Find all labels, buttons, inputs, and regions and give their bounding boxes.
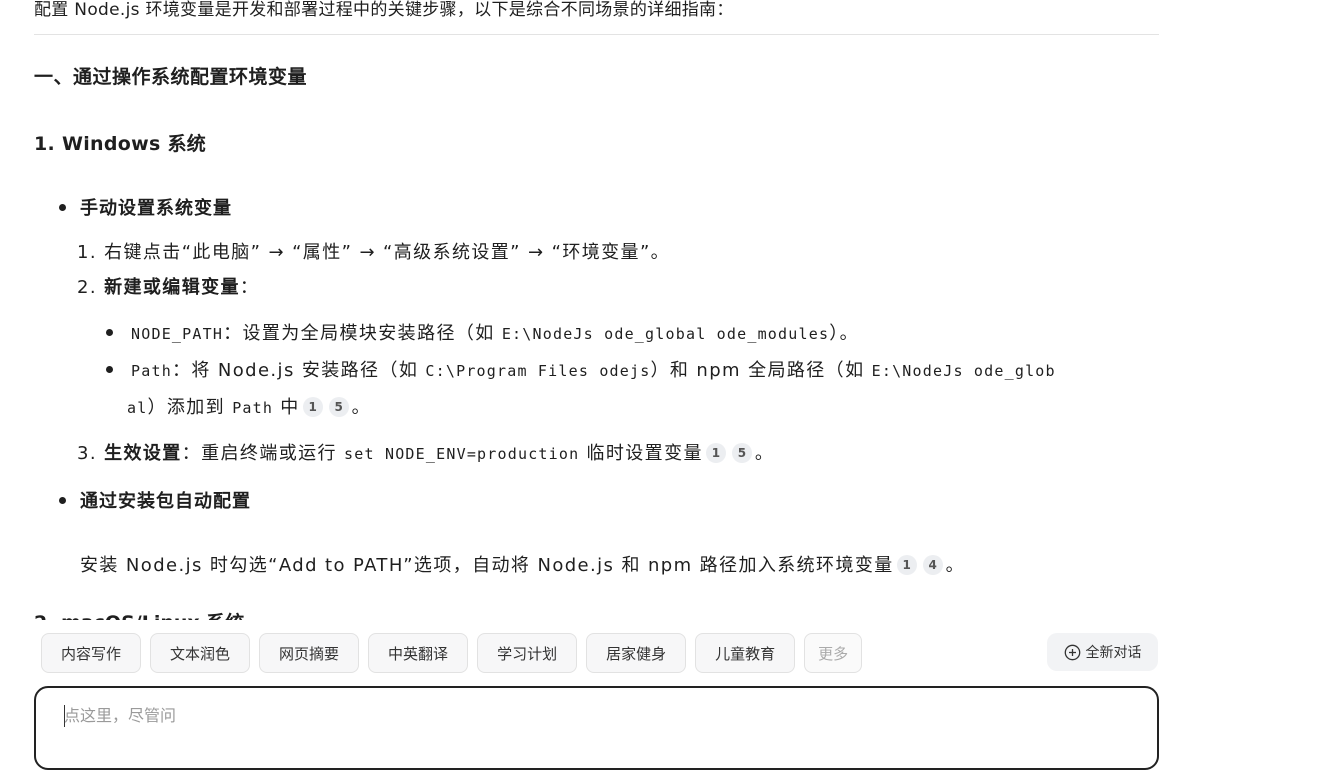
section-heading: 一、通过操作系统配置环境变量 xyxy=(34,66,308,88)
step-number: 1. xyxy=(77,242,97,263)
installer-paragraph: 安装 Node.js 时勾选“Add to PATH”选项，自动将 Node.j… xyxy=(80,551,965,577)
bullet-dot xyxy=(59,497,66,504)
step-text: 右键点击“此电脑” → “属性” → “高级系统设置” → “环境变量”。 xyxy=(104,242,671,263)
chat-input-container[interactable] xyxy=(34,686,1159,770)
citation-badge[interactable]: 1 xyxy=(705,443,726,463)
inline-code: set NODE_ENV=production xyxy=(344,445,580,463)
inline-code: Path xyxy=(131,362,172,380)
inline-code: NODE_PATH xyxy=(131,325,224,343)
step-bold: 新建或编辑变量 xyxy=(104,277,240,298)
subsection-heading: 1. Windows 系统 xyxy=(34,133,207,155)
text: ：设置为全局模块安装路径（如 xyxy=(223,323,502,344)
next-section-heading-partial: 2. macOS/Linux 系统 xyxy=(34,608,244,620)
text: 。 xyxy=(351,397,372,418)
divider xyxy=(34,34,1159,35)
text: ）添加到 xyxy=(147,397,233,418)
citation-badge[interactable]: 1 xyxy=(302,397,323,417)
step-number: 3. xyxy=(77,443,97,464)
citation-badge[interactable]: 1 xyxy=(896,555,917,575)
sub-item-path: Path：将 Node.js 安装路径（如 C:\Program Files o… xyxy=(131,356,1056,382)
chip-home-fitness[interactable]: 居家健身 xyxy=(586,633,687,673)
inline-path: al xyxy=(127,399,148,417)
inline-code: Path xyxy=(232,399,274,417)
chat-input[interactable] xyxy=(64,706,1064,725)
bullet-installer-heading: 通过安装包自动配置 xyxy=(80,491,251,512)
chip-text-polish[interactable]: 文本润色 xyxy=(150,633,251,673)
step-bold: 生效设置 xyxy=(104,443,182,464)
citation-badge[interactable]: 5 xyxy=(328,397,349,417)
text: ：重启终端或运行 xyxy=(181,443,345,464)
bullet-dot xyxy=(59,204,66,211)
new-chat-button[interactable]: 全新对话 xyxy=(1047,633,1158,671)
text: 临时设置变量 xyxy=(579,443,703,464)
chip-study-plan[interactable]: 学习计划 xyxy=(477,633,578,673)
more-button[interactable]: 更多 xyxy=(804,633,863,673)
text: 。 xyxy=(754,443,775,464)
citation-badge[interactable]: 4 xyxy=(922,555,943,575)
step-number: 2. xyxy=(77,277,97,298)
step-1: 1. 右键点击“此电脑” → “属性” → “高级系统设置” → “环境变量”。 xyxy=(77,238,670,264)
text: 。 xyxy=(945,555,966,576)
text: ）和 npm 全局路径（如 xyxy=(650,360,872,381)
bullet-dot xyxy=(106,366,113,373)
text: ：将 Node.js 安装路径（如 xyxy=(171,360,426,381)
text: ）。 xyxy=(829,323,860,344)
plus-circle-icon xyxy=(1064,644,1080,660)
chip-content-writing[interactable]: 内容写作 xyxy=(41,633,142,673)
bullet-manual-heading: 手动设置系统变量 xyxy=(80,198,232,219)
inline-path: C:\Program Files odejs xyxy=(425,362,651,380)
step-3: 3. 生效设置：重启终端或运行 set NODE_ENV=production … xyxy=(77,439,774,465)
sub-item-node-path: NODE_PATH：设置为全局模块安装路径（如 E:\NodeJs ode_gl… xyxy=(131,319,859,345)
text: 安装 Node.js 时勾选“Add to PATH”选项，自动将 Node.j… xyxy=(80,555,894,576)
inline-path: E:\NodeJs ode_glob xyxy=(871,362,1056,380)
citation-badge[interactable]: 5 xyxy=(731,443,752,463)
step-2: 2. 新建或编辑变量： xyxy=(77,273,259,299)
intro-text: 配置 Node.js 环境变量是开发和部署过程中的关键步骤，以下是综合不同场景的… xyxy=(34,0,734,20)
bullet-dot xyxy=(106,329,113,336)
new-chat-label: 全新对话 xyxy=(1085,645,1142,661)
inline-path: E:\NodeJs ode_global ode_modules xyxy=(501,325,830,343)
chip-web-summary[interactable]: 网页摘要 xyxy=(259,633,360,673)
sub-item-path-cont: al）添加到 Path 中 1 5。 xyxy=(127,393,371,419)
text: 中 xyxy=(273,397,300,418)
chip-kids-education[interactable]: 儿童教育 xyxy=(695,633,796,673)
quick-action-bar: 内容写作 文本润色 网页摘要 中英翻译 学习计划 居家健身 儿童教育 更多 xyxy=(41,633,863,673)
chip-translate[interactable]: 中英翻译 xyxy=(368,633,469,673)
step-colon: ： xyxy=(239,277,260,298)
